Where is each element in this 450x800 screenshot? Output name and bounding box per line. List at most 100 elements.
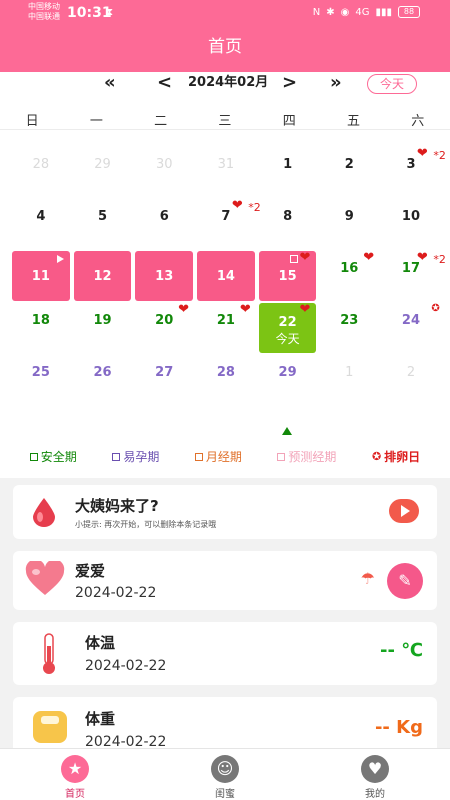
day-cell[interactable]: 23 xyxy=(318,303,380,355)
legend-item: 易孕期 xyxy=(112,448,159,465)
day-cell: 30 xyxy=(133,147,195,199)
day-grid: 28 29 30 31 1 2 3 ❤ *2 4 5 6 7 ❤ *2 8 9 10 11 12 13 14 15 ❤ 16 ❤ 1… xyxy=(10,147,446,407)
day-cell[interactable]: 14 xyxy=(197,251,255,301)
day-cell[interactable]: 10 xyxy=(380,199,442,251)
day-cell[interactable]: 11 xyxy=(12,251,70,301)
day-cell[interactable]: 21 ❤ xyxy=(195,303,257,355)
love-card[interactable]: 爱爱 2024-02-22 ☂ ✎ xyxy=(13,551,437,610)
day-number: 13 xyxy=(155,269,174,284)
day-cell[interactable]: 8 xyxy=(257,199,319,251)
legend-label: 易孕期 xyxy=(123,450,160,464)
heart-icon: ❤ xyxy=(231,198,243,213)
day-cell[interactable]: 3 ❤ *2 xyxy=(380,147,445,199)
legend-swatch xyxy=(112,452,121,461)
day-cell[interactable]: 15 ❤ xyxy=(258,251,317,301)
legend-item: 预测经期 xyxy=(277,448,336,465)
day-number: 2 xyxy=(406,365,416,380)
day-cell: 1 xyxy=(318,355,380,407)
next-month-button[interactable]: > xyxy=(282,72,297,94)
weekday-header: 日一二三四五六 xyxy=(0,110,450,130)
legend-item: 安全期 xyxy=(29,448,77,465)
day-number: 1 xyxy=(345,365,354,380)
heart-icon xyxy=(25,561,65,595)
day-cell[interactable]: 6 xyxy=(133,199,195,251)
status-icons: N ✱ ◉ 4G ▮▮▮ 88 xyxy=(313,6,420,18)
weekday-label: 四 xyxy=(282,114,296,129)
legend: 安全期 易孕期 月经期 预测经期 ✪ 排卵日 xyxy=(0,448,450,465)
day-cell[interactable]: 7 ❤ *2 xyxy=(195,198,260,251)
day-cell[interactable]: 9 xyxy=(318,199,380,251)
day-cell[interactable]: 5 xyxy=(72,199,134,251)
page-title: 首页 xyxy=(0,26,450,72)
legend-swatch xyxy=(29,452,38,461)
clock: 10:31 xyxy=(67,5,112,21)
day-cell[interactable]: 26 xyxy=(72,355,134,407)
day-cell[interactable]: 27 xyxy=(133,355,195,407)
weekday-label: 五 xyxy=(346,114,360,129)
day-cell[interactable]: 12 xyxy=(73,251,132,301)
weight-title: 体重 xyxy=(85,710,116,728)
legend-swatch xyxy=(194,452,203,461)
prev-month-button[interactable]: < xyxy=(157,72,172,94)
month-label: 2024年02月 xyxy=(188,75,269,90)
bottom-navigation: ★ 首页 ☺ 闺蜜 ♥ 我的 xyxy=(0,748,450,800)
heart-icon: ❤ xyxy=(363,250,375,265)
day-cell: 28 xyxy=(10,147,72,199)
scale-icon xyxy=(33,711,67,743)
umbrella-icon: ☂ xyxy=(360,569,375,588)
day-number: 2 xyxy=(344,157,354,172)
heart-icon: ❤ xyxy=(416,250,428,265)
day-cell[interactable]: 19 xyxy=(72,303,134,355)
day-number: 27 xyxy=(155,365,174,380)
love-date: 2024-02-22 xyxy=(75,585,157,601)
day-number: 5 xyxy=(98,209,108,224)
day-cell[interactable]: 2 xyxy=(318,147,380,199)
weekday-label: 一 xyxy=(89,114,103,129)
day-number: 4 xyxy=(36,209,46,224)
weekday-label: 日 xyxy=(25,114,39,129)
day-cell[interactable]: 29 xyxy=(257,355,319,407)
period-start-button[interactable] xyxy=(389,499,419,523)
day-cell[interactable]: 28 xyxy=(195,355,257,407)
status-bar: 中国移动 中国联通 10:31 ⧗ N ✱ ◉ 4G ▮▮▮ 88 xyxy=(0,0,450,26)
day-cell[interactable]: 4 xyxy=(10,199,72,251)
day-cell[interactable]: 18 xyxy=(10,303,72,355)
temperature-card[interactable]: 体温 2024-02-22 -- ℃ xyxy=(13,622,437,685)
day-number: 1 xyxy=(283,157,293,172)
weekday-label: 三 xyxy=(218,114,232,129)
day-cell[interactable]: 16 ❤ xyxy=(318,251,380,303)
period-card[interactable]: 大姨妈来了? 小提示: 再次开始，可以删除本条记录哦 xyxy=(13,485,437,539)
heart-icon: ❤ xyxy=(299,302,311,317)
day-number: 12 xyxy=(93,269,112,284)
day-number: 10 xyxy=(401,209,421,224)
prev-year-button[interactable]: « xyxy=(104,72,116,94)
day-number: 28 xyxy=(216,365,235,380)
legend-label: 安全期 xyxy=(40,450,77,464)
edit-button[interactable]: ✎ xyxy=(387,563,423,599)
day-cell[interactable]: 13 xyxy=(135,251,194,301)
day-cell-today[interactable]: 22 今天 ❤ xyxy=(258,302,317,353)
wifi-icon: ◉ xyxy=(340,6,350,18)
carrier-info: 中国移动 中国联通 xyxy=(28,2,60,22)
day-number: 28 xyxy=(32,157,50,172)
nav-item[interactable]: ☺ 闺蜜 xyxy=(150,749,300,800)
nav-item[interactable]: ♥ 我的 xyxy=(300,749,450,800)
carrier-2: 中国联通 xyxy=(28,12,60,21)
calendar: « < 2024年02月 > » 今天 日一二三四五六 28 29 30 31 1 2 3 ❤… xyxy=(0,72,450,478)
day-number: 30 xyxy=(155,157,173,172)
day-cell[interactable]: 20 ❤ xyxy=(133,303,195,355)
day-cell[interactable]: 24 ✪ xyxy=(380,303,442,355)
today-button[interactable]: 今天 xyxy=(367,74,417,94)
day-cell[interactable]: 17 ❤ *2 xyxy=(380,250,446,303)
nav-item[interactable]: ★ 首页 xyxy=(0,749,150,800)
next-year-button[interactable]: » xyxy=(330,72,342,94)
nav-label: 闺蜜 xyxy=(215,789,235,800)
weight-card[interactable]: 体重 2024-02-22 -- Kg xyxy=(13,697,437,755)
nav-label: 我的 xyxy=(365,789,385,800)
day-number: 18 xyxy=(31,313,50,328)
love-count: *2 xyxy=(433,149,446,162)
day-cell[interactable]: 25 xyxy=(10,355,72,407)
day-cell[interactable]: 1 xyxy=(257,147,319,199)
day-number: 25 xyxy=(31,365,50,380)
nav-label: 首页 xyxy=(65,789,85,800)
